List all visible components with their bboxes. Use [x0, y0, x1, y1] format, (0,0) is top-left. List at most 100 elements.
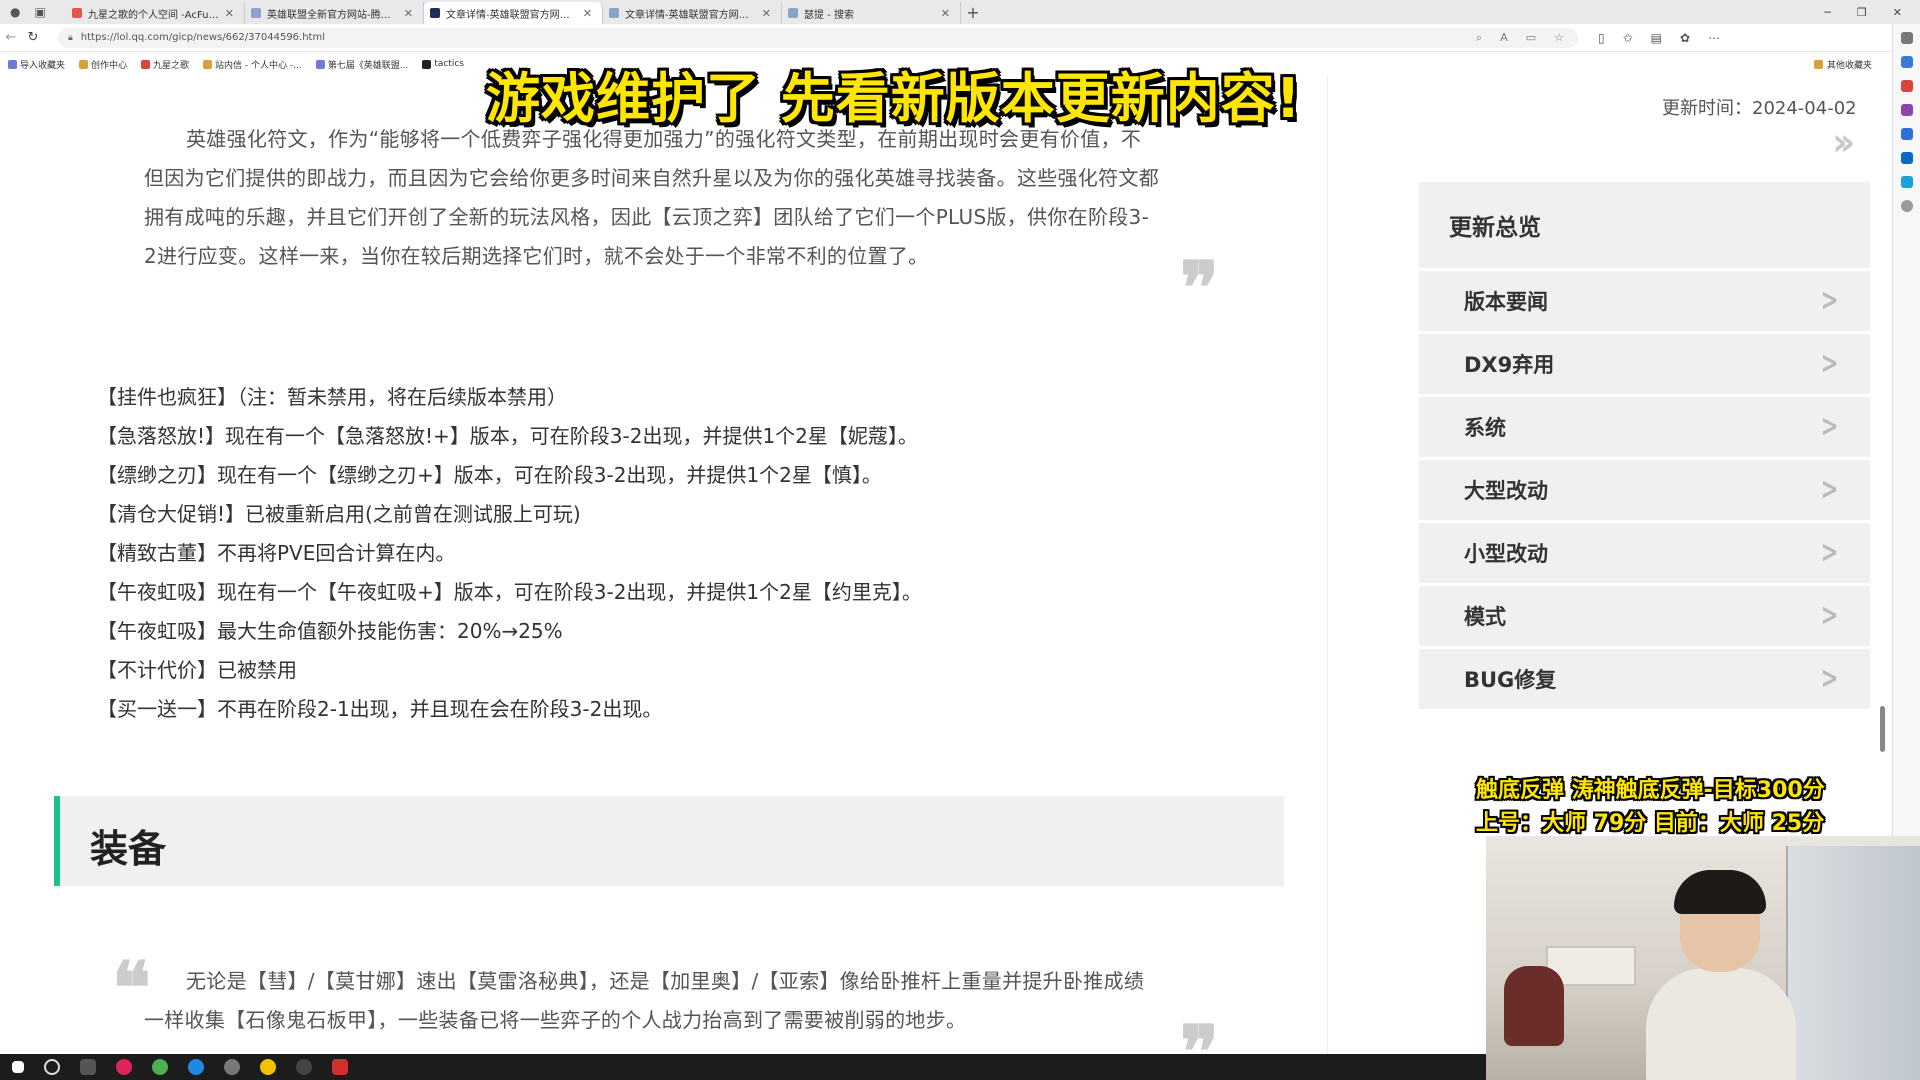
favorite-label: 创作中心	[91, 60, 128, 71]
creator-icon	[79, 59, 89, 69]
update-overview-nav: 更新总览 版本要闻 > DX9弃用 > 系统 > 大型改动 > 小型改动 > 模式 > BU…	[1419, 182, 1870, 709]
zoom-icon[interactable]: ⌕	[1476, 31, 1482, 45]
add-sidebar-app-icon[interactable]	[1900, 200, 1913, 212]
tactics-icon	[422, 59, 432, 69]
close-tab-icon[interactable]: ✕	[762, 7, 771, 20]
search-icon[interactable]	[1900, 32, 1913, 44]
update-time: 更新时间：2024-04-02	[1662, 98, 1857, 119]
close-window-icon[interactable]: ✕	[1893, 6, 1902, 19]
collapse-sidebar-icon[interactable]: ››	[1832, 120, 1856, 164]
profile-icon[interactable]: ●	[10, 5, 20, 19]
browser-tab[interactable]: 文章详情-英雄联盟官方网站-腾讯 ✕	[424, 2, 603, 24]
close-tab-icon[interactable]: ✕	[941, 7, 950, 20]
edge-icon[interactable]	[188, 1059, 204, 1075]
browser-tab[interactable]: 九星之歌的个人空间 -AcFun弹幕 ✕	[66, 2, 245, 24]
intro-paragraph: 英雄强化符文，作为“能够将一个低费弈子强化得更加强力”的强化符文类型，在前期出现…	[144, 120, 1224, 276]
close-tab-icon[interactable]: ✕	[583, 7, 592, 20]
address-bar-row: ← ↻ 🔒︎ https://lol.qq.com/gicp/news/662/…	[0, 24, 1920, 52]
windows-taskbar	[0, 1054, 1486, 1080]
outlook-icon[interactable]	[1900, 152, 1913, 164]
collections-icon[interactable]: ▤	[1651, 31, 1662, 45]
toc-item-minor-changes[interactable]: 小型改动 >	[1419, 523, 1870, 583]
new-tab-button[interactable]: +	[961, 3, 985, 22]
tab-favicon	[430, 8, 440, 18]
browser-tab-strip: ● ▣ 九星之歌的个人空间 -AcFun弹幕✕英雄联盟全新官方网站-腾讯游戏✕文…	[0, 0, 1920, 24]
browser-tab[interactable]: 瑟提 - 搜索 ✕	[782, 2, 961, 24]
favorite-item-messages[interactable]: 站内信 - 个人中心 -...	[203, 58, 302, 71]
app-icon[interactable]	[296, 1059, 312, 1075]
list-item: 【午夜虹吸】现在有一个【午夜虹吸+】版本，可在阶段3-2出现，并提供1个2星【约…	[97, 580, 922, 604]
favorite-item-lol-event[interactable]: 第七届《英雄联盟...	[315, 58, 409, 71]
stream-status-overlay: 触底反弹 涛神触底反弹-目标300分 上号：大师 79分 目前：大师 25分	[1476, 774, 1825, 840]
drop-icon[interactable]	[1900, 176, 1913, 188]
app-icon[interactable]	[116, 1059, 132, 1075]
toc-title: 更新总览	[1419, 182, 1870, 268]
refresh-button[interactable]: ↻	[22, 30, 44, 45]
favorite-item-creator[interactable]: 创作中心	[79, 58, 127, 71]
column-divider	[1327, 76, 1328, 1054]
games-icon[interactable]	[1900, 104, 1913, 116]
close-tab-icon[interactable]: ✕	[225, 7, 234, 20]
tab-favicon	[251, 8, 261, 18]
favorite-star-icon[interactable]: ☆	[1554, 31, 1564, 45]
close-quote-icon: ❞	[1180, 1009, 1219, 1055]
article-content: 英雄强化符文，作为“能够将一个低费弈子强化得更加强力”的强化符文类型，在前期出现…	[0, 76, 1328, 1054]
search-icon[interactable]	[44, 1059, 60, 1075]
extensions-icon[interactable]: ✿	[1680, 31, 1690, 45]
favorites-icon[interactable]: ✩	[1623, 31, 1633, 45]
shopping-icon[interactable]	[1900, 56, 1913, 68]
favorite-item-tactics[interactable]: tactics	[422, 59, 464, 69]
more-menu-icon[interactable]: ⋯	[1708, 31, 1720, 45]
back-button[interactable]: ←	[0, 30, 22, 45]
list-item: 【买一送一】不再在阶段2-1出现，并且现在会在阶段3-2出现。	[97, 697, 663, 721]
start-icon[interactable]	[12, 1061, 24, 1073]
browser-tab[interactable]: 英雄联盟全新官方网站-腾讯游戏 ✕	[245, 2, 424, 24]
url-field[interactable]: 🔒︎ https://lol.qq.com/gicp/news/662/3704…	[58, 27, 1578, 48]
app-icon[interactable]	[152, 1059, 168, 1075]
favorite-label: 站内信 - 个人中心 -...	[215, 60, 302, 71]
close-tab-icon[interactable]: ✕	[404, 7, 413, 20]
favorite-label: 第七届《英雄联盟...	[327, 60, 409, 71]
toc-item-major-changes[interactable]: 大型改动 >	[1419, 460, 1870, 520]
microsoft365-icon[interactable]	[1900, 128, 1913, 140]
folder-icon	[1813, 59, 1823, 69]
section-header: 装备	[54, 796, 1284, 886]
other-favorites-folder[interactable]: 其他收藏夹	[1813, 58, 1872, 71]
favorite-label: tactics	[434, 59, 464, 69]
favorite-item-import[interactable]: 导入收藏夹	[8, 58, 65, 71]
split-screen-icon[interactable]: ▯	[1598, 31, 1605, 45]
toc-item-bug-fixes[interactable]: BUG修复 >	[1419, 649, 1870, 709]
paragraph-line: 但因为它们提供的即战力，而且因为它会给你更多时间来自然升星以及为你的强化英雄寻找…	[144, 166, 1159, 190]
chevron-right-icon: >	[1820, 283, 1839, 318]
toc-item-modes[interactable]: 模式 >	[1419, 586, 1870, 646]
chevron-right-icon: >	[1820, 598, 1839, 633]
task-view-icon[interactable]	[80, 1059, 96, 1075]
app-icon[interactable]	[224, 1059, 240, 1075]
favorite-item-jiuxing[interactable]: 九星之歌	[141, 58, 189, 71]
tab-favicon	[72, 8, 82, 18]
app-available-icon[interactable]: ▭	[1526, 31, 1536, 45]
minimize-icon[interactable]: ─	[1824, 6, 1831, 19]
read-aloud-icon[interactable]: A	[1500, 31, 1508, 45]
import-icon	[8, 59, 17, 69]
paragraph-line: 2进行应变。这样一来，当你在较后期选择它们时，就不会处于一个非常不利的位置了。	[144, 244, 929, 268]
app-icon[interactable]	[260, 1059, 276, 1075]
lock-icon[interactable]: 🔒︎	[68, 33, 73, 43]
app-icon[interactable]	[332, 1059, 348, 1075]
url-field-actions: ⌕ A ▭ ☆	[1476, 31, 1578, 45]
toc-item-label: 版本要闻	[1464, 290, 1548, 314]
toc-item-label: 小型改动	[1464, 542, 1548, 566]
list-item: 【清仓大促销!】已被重新启用(之前曾在测试服上可玩)	[97, 502, 581, 526]
tab-actions-icon[interactable]: ▣	[34, 5, 45, 19]
toolbox-icon[interactable]	[1900, 80, 1913, 92]
list-item: 【缥缈之刃】现在有一个【缥缈之刃+】版本，可在阶段3-2出现，并提供1个2星【慎…	[97, 463, 882, 487]
browser-tab[interactable]: 文章详情-英雄联盟官方网站-腾讯 ✕	[603, 2, 782, 24]
chair	[1504, 966, 1564, 1046]
paragraph-line: 拥有成吨的乐趣，并且它们开创了全新的玩法风格，因此【云顶之弈】团队给了它们一个P…	[144, 205, 1150, 229]
page-scrollbar[interactable]	[1880, 706, 1885, 752]
toc-item-dx9[interactable]: DX9弃用 >	[1419, 334, 1870, 394]
toc-item-label: 模式	[1464, 605, 1506, 629]
toc-item-system[interactable]: 系统 >	[1419, 397, 1870, 457]
toc-item-version-news[interactable]: 版本要闻 >	[1419, 271, 1870, 331]
restore-icon[interactable]: ❐	[1857, 6, 1867, 19]
